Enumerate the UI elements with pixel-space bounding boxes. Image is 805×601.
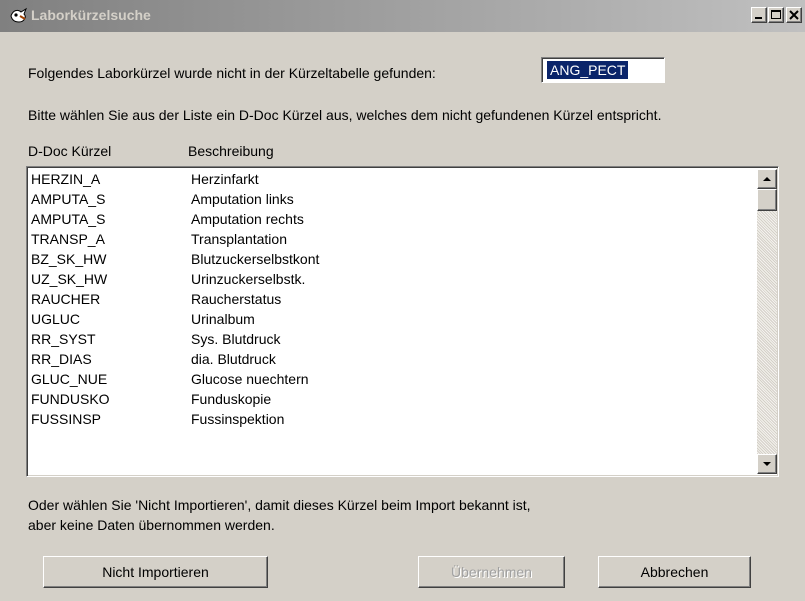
list-item[interactable]: UZ_SK_HW Urinzuckerselbstk.	[27, 269, 752, 289]
hint-line-1: Oder wählen Sie 'Nicht Importieren', dam…	[28, 497, 531, 513]
list-item-description: dia. Blutdruck	[191, 351, 276, 367]
list-item-code: UGLUC	[31, 311, 81, 327]
list-item-description: Fussinspektion	[191, 411, 285, 427]
list-item-code: RR_SYST	[31, 331, 96, 347]
list-item-code: HERZIN_A	[31, 171, 101, 187]
title-bar[interactable]: Laborkürzelsuche	[0, 0, 805, 32]
not-found-label: Folgendes Laborkürzel wurde nicht in der…	[28, 65, 436, 81]
list-item-description: Transplantation	[191, 231, 287, 247]
hint-line-2: aber keine Daten übernommen werden.	[28, 517, 275, 533]
list-item-code: AMPUTA_S	[31, 211, 106, 227]
list-item-description: Sys. Blutdruck	[191, 331, 281, 347]
list-item[interactable]: RAUCHER Raucherstatus	[27, 289, 752, 309]
vertical-scrollbar[interactable]	[757, 169, 777, 474]
list-item[interactable]: AMPUTA_S Amputation links	[27, 189, 752, 209]
list-item-code: FUNDUSKO	[31, 391, 110, 407]
column-header-description: Beschreibung	[188, 143, 274, 159]
list-item[interactable]: RR_SYST Sys. Blutdruck	[27, 329, 752, 349]
minimize-button[interactable]	[751, 7, 767, 23]
list-item-description: Funduskopie	[191, 391, 272, 407]
code-list[interactable]: HERZIN_A Herzinfarkt AMPUTA_S Amputation l…	[26, 166, 779, 477]
list-item-code: GLUC_NUE	[31, 371, 108, 387]
list-item[interactable]: RR_DIAS dia. Blutdruck	[27, 349, 752, 369]
missing-code-value: ANG_PECT	[547, 61, 629, 79]
list-item[interactable]: FUSSINSP Fussinspektion	[27, 409, 752, 429]
list-item-description: Herzinfarkt	[191, 171, 259, 187]
list-item-code: UZ_SK_HW	[31, 271, 108, 287]
arrow-up-icon	[763, 177, 771, 181]
minimize-icon	[755, 17, 762, 19]
list-item-description: Blutzuckerselbstkont	[191, 251, 320, 267]
list-item-description: Glucose nuechtern	[191, 371, 309, 387]
list-item[interactable]: UGLUC Urinalbum	[27, 309, 752, 329]
arrow-down-icon	[763, 462, 771, 466]
list-item-code: TRANSP_A	[31, 231, 105, 247]
close-button[interactable]	[786, 7, 802, 23]
list-item[interactable]: FUNDUSKO Funduskopie	[27, 389, 752, 409]
maximize-button[interactable]	[768, 7, 784, 23]
apply-button[interactable]: Übernehmen	[418, 556, 565, 588]
instruction-text: Bitte wählen Sie aus der Liste ein D-Doc…	[28, 107, 662, 123]
scroll-up-button[interactable]	[757, 169, 777, 189]
list-item[interactable]: BZ_SK_HW Blutzuckerselbstkont	[27, 249, 752, 269]
list-item-description: Urinzuckerselbstk.	[191, 271, 306, 287]
list-item-description: Amputation rechts	[191, 211, 304, 227]
lab-app-icon	[9, 7, 29, 25]
list-item-description: Urinalbum	[191, 311, 255, 327]
window-title: Laborkürzelsuche	[31, 7, 151, 23]
list-item-description: Raucherstatus	[191, 291, 282, 307]
skip-import-button[interactable]: Nicht Importieren	[43, 556, 268, 588]
list-item-code: FUSSINSP	[31, 411, 102, 427]
list-item-code: RAUCHER	[31, 291, 101, 307]
list-item-code: BZ_SK_HW	[31, 251, 107, 267]
maximize-icon	[771, 10, 781, 19]
list-item-code: RR_DIAS	[31, 351, 92, 367]
list-item[interactable]: GLUC_NUE Glucose nuechtern	[27, 369, 752, 389]
missing-code-field[interactable]: ANG_PECT	[541, 57, 665, 83]
cancel-button[interactable]: Abbrechen	[598, 556, 751, 588]
list-item-code: AMPUTA_S	[31, 191, 106, 207]
list-item-description: Amputation links	[191, 191, 294, 207]
list-item[interactable]: HERZIN_A Herzinfarkt	[27, 169, 752, 189]
column-header-code: D-Doc Kürzel	[28, 143, 112, 159]
close-icon	[789, 10, 799, 20]
list-item[interactable]: AMPUTA_S Amputation rechts	[27, 209, 752, 229]
scroll-thumb[interactable]	[757, 189, 777, 211]
scroll-down-button[interactable]	[757, 454, 777, 474]
list-item[interactable]: TRANSP_A Transplantation	[27, 229, 752, 249]
